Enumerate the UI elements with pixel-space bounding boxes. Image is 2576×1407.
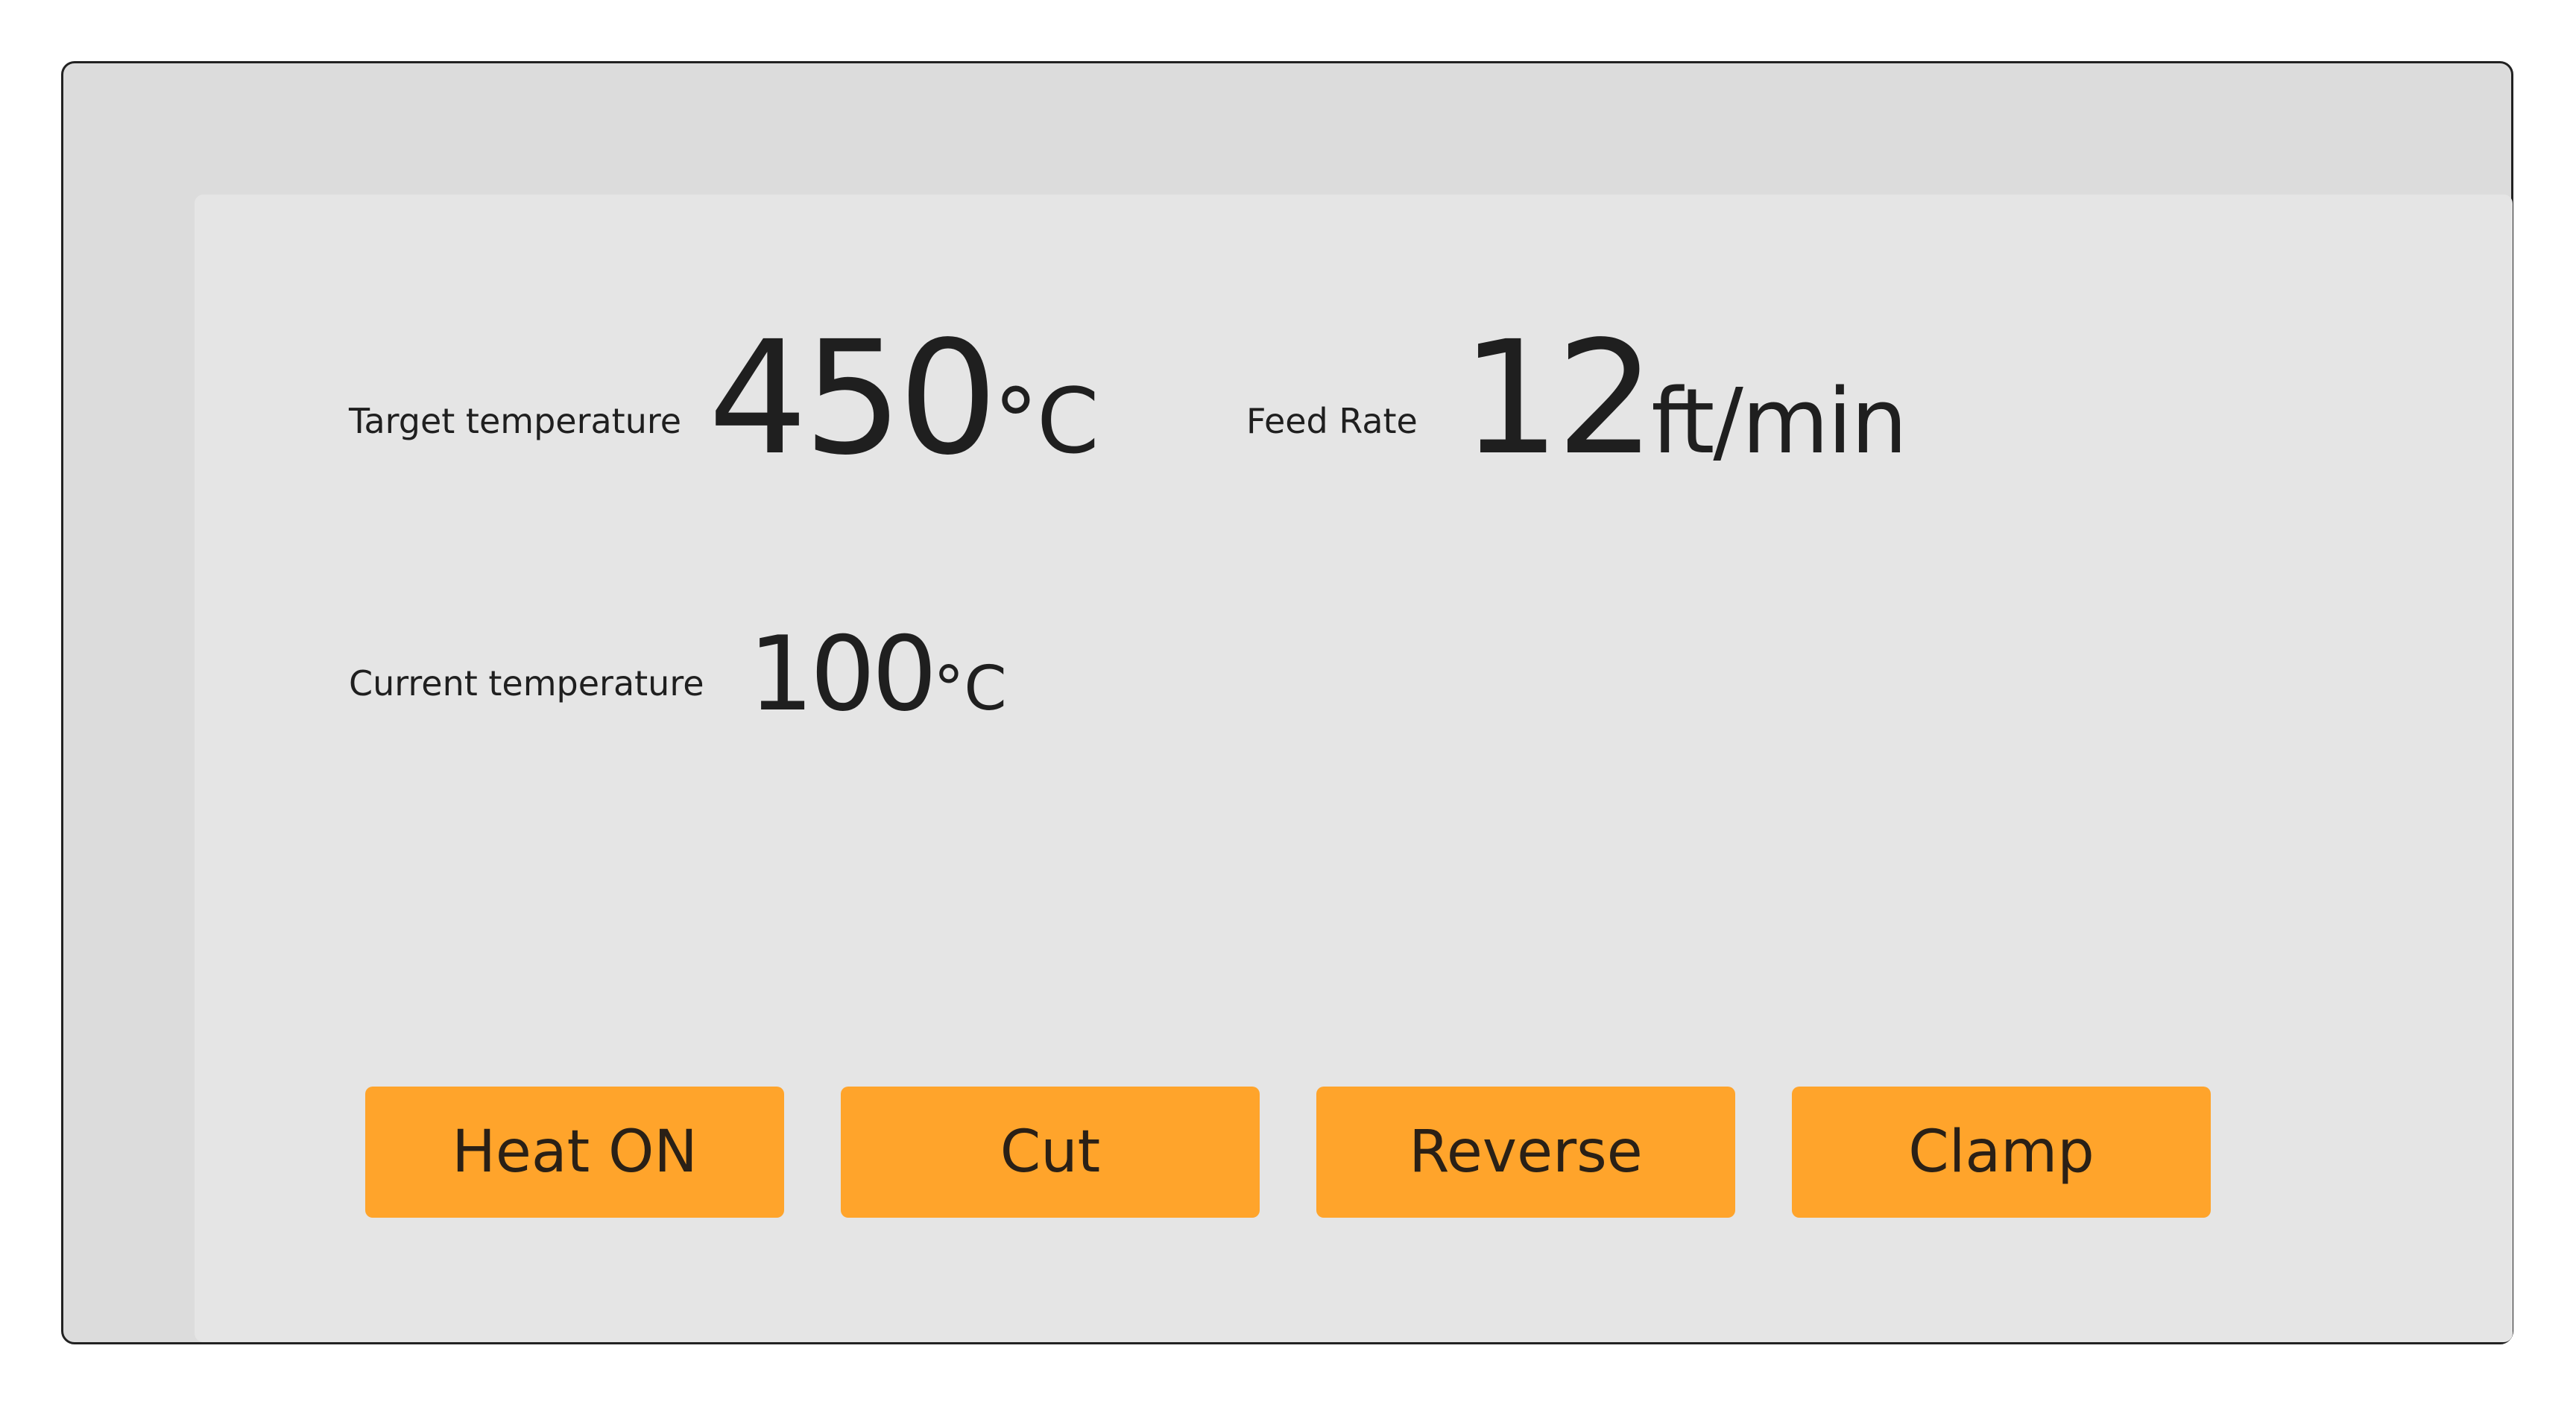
current-temperature-readout: 100°C — [748, 623, 1007, 726]
target-temperature-label: Target temperature — [349, 401, 682, 441]
clamp-button[interactable]: Clamp — [1792, 1087, 2211, 1218]
heat-on-button[interactable]: Heat ON — [365, 1087, 784, 1218]
current-temperature-label: Current temperature — [349, 663, 704, 704]
feed-rate-readout: 12ft/min — [1461, 320, 1907, 477]
target-temperature-unit: °C — [993, 370, 1099, 474]
reverse-button[interactable]: Reverse — [1316, 1087, 1735, 1218]
target-temperature-value: 450 — [708, 307, 998, 490]
feed-rate-unit: ft/min — [1651, 370, 1907, 474]
current-temperature-unit: °C — [933, 654, 1007, 724]
current-temperature-value: 100 — [748, 614, 937, 734]
feed-rate-value: 12 — [1461, 307, 1655, 490]
target-temperature-readout: 450°C — [708, 320, 1099, 477]
feed-rate-label: Feed Rate — [1246, 401, 1418, 441]
cut-button[interactable]: Cut — [841, 1087, 1260, 1218]
